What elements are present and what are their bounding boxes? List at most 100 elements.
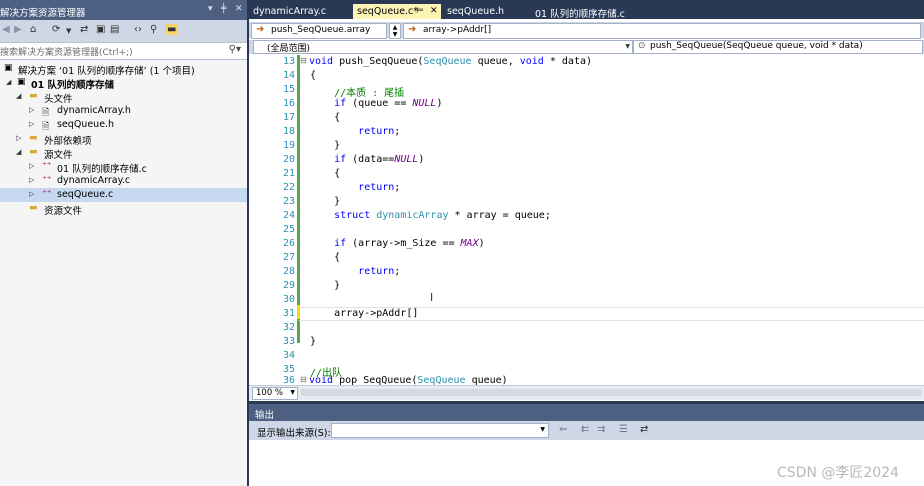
tree-item-source-files[interactable]: ◢ ▬ 源文件 [0, 146, 247, 161]
code-line: return; [358, 266, 401, 277]
expand-arrow-icon[interactable]: ▷ [29, 190, 34, 198]
code-line: } [310, 140, 341, 151]
horizontal-scrollbar[interactable] [301, 389, 921, 396]
search-input[interactable]: 搜索解决方案资源管理器(Ctrl+;) [0, 45, 133, 58]
close-icon[interactable]: ✕ [235, 4, 243, 14]
properties-icon[interactable]: ⚲ [150, 24, 157, 35]
close-icon[interactable]: ✕ [430, 6, 438, 16]
member-combo[interactable]: ➜ array->pAddr[] [403, 23, 921, 39]
expand-arrow-icon[interactable]: ◢ [16, 148, 21, 156]
tree-item-dynamicarray-c[interactable]: ▷ ⁺⁺ dynamicArray.c [0, 174, 247, 188]
folder-icon: ▬ [29, 133, 38, 143]
tree-item-project[interactable]: ◢ ▣ 01 队列的顺序存储 [0, 76, 247, 91]
global-scope-combo[interactable]: (全局范围) ▼ [253, 40, 633, 54]
fold-icon[interactable]: ⊟ [300, 56, 307, 65]
tab-seqqueue-h[interactable]: seqQueue.h [443, 4, 527, 19]
mouse-cursor-icon: I [430, 291, 434, 304]
line-number: 21 [282, 168, 295, 179]
tree-item-external-deps[interactable]: ▷ ▬ 外部依赖项 [0, 132, 247, 147]
line-number: 35 [282, 364, 295, 375]
dropdown-icon[interactable]: ▾ [208, 4, 213, 14]
tree-item-label: 源文件 [44, 150, 73, 161]
tree-item-seqqueue-c[interactable]: ▷ ⁺⁺ seqQueue.c [0, 188, 247, 202]
output-title: 输出 [255, 410, 275, 421]
scope-combo-value: push_SeqQueue.array [271, 25, 371, 35]
line-number: 26 [282, 238, 295, 249]
tree-item-label: seqQueue.c [57, 189, 114, 200]
expand-arrow-icon[interactable]: ◢ [16, 92, 21, 100]
expand-arrow-icon[interactable]: ▷ [16, 134, 21, 142]
clear-all-icon[interactable]: ☰ [619, 424, 628, 435]
tree-item-header-files[interactable]: ◢ ▬ 头文件 [0, 90, 247, 105]
tree-item-label: 01 队列的顺序存储.c [57, 164, 147, 175]
code-area[interactable]: ⊟ ⊟ 13 void push_SeqQueue(SeqQueue queue… [249, 55, 924, 385]
pin-icon[interactable]: ⊨ [416, 6, 424, 16]
tree-item-dynamicarray-h[interactable]: ▷ 🗎 dynamicArray.h [0, 104, 247, 118]
code-view-icon[interactable]: ‹› [134, 24, 142, 35]
home-icon[interactable]: ⌂ [30, 24, 36, 35]
code-line: return; [358, 182, 401, 193]
goto-next-icon[interactable]: ⇇ [581, 424, 589, 435]
chevron-down-icon[interactable]: ▼ [66, 27, 71, 35]
show-all-icon[interactable]: ▤ [110, 24, 119, 35]
code-line: } [310, 280, 341, 291]
editor-status-bar: 100 % ▼ [249, 385, 924, 400]
collapse-icon[interactable]: ▣ [96, 24, 105, 35]
search-icon[interactable]: ⚲▾ [229, 44, 241, 55]
solution-explorer: 解决方案资源管理器 ▾ ╪ ✕ ◀ ▶ ⌂ ⟳ ▼ ⇄ ▣ ▤ ‹› ⚲ ▬ 搜… [0, 0, 247, 486]
tree-item-label: 解决方案 ‘01 队列的顺序存储’ (1 个项目) [18, 66, 195, 77]
preview-icon[interactable]: ▬ [165, 24, 179, 35]
solution-explorer-title-bar: 解决方案资源管理器 ▾ ╪ ✕ [0, 0, 247, 20]
tab-main-c[interactable]: 01 队列的顺序存储.c [531, 4, 649, 20]
line-number: 34 [282, 350, 295, 361]
tree-item-seqqueue-h[interactable]: ▷ 🗎 seqQueue.h [0, 118, 247, 132]
tree-item-main-c[interactable]: ▷ ⁺⁺ 01 队列的顺序存储.c [0, 160, 247, 175]
line-number: 20 [282, 154, 295, 165]
folder-icon: ▬ [29, 147, 38, 157]
tree-item-label: 头文件 [44, 94, 73, 105]
arrow-right-icon: ➜ [256, 24, 265, 35]
code-line: void pop_SeqQueue(SeqQueue queue) [309, 375, 508, 385]
line-number: 18 [282, 126, 295, 137]
forward-icon[interactable]: ▶ [14, 24, 22, 35]
goto-prev-icon[interactable]: ⇐ [559, 424, 567, 435]
code-line: if (queue == NULL) [334, 98, 443, 109]
code-line: //本质 : 尾插 [310, 88, 405, 99]
sync-icon[interactable]: ⟳ [52, 24, 60, 35]
code-line: { [310, 168, 341, 179]
tree-item-solution[interactable]: ▣ 解决方案 ‘01 队列的顺序存储’ (1 个项目) [0, 62, 247, 77]
tab-seqqueue-c[interactable]: seqQueue.c* ⊨ ✕ [353, 4, 441, 19]
chevron-down-icon[interactable]: ▼ [625, 43, 630, 50]
change-indicator-saved [297, 55, 300, 343]
expand-arrow-icon[interactable]: ▷ [29, 120, 34, 128]
word-wrap-icon[interactable]: ⇄ [640, 424, 648, 435]
refresh-icon[interactable]: ⇄ [80, 24, 88, 35]
line-number: 25 [282, 224, 295, 235]
tree-item-resource-files[interactable]: ▬ 资源文件 [0, 202, 247, 217]
solution-explorer-search[interactable]: 搜索解决方案资源管理器(Ctrl+;) ⚲▾ [0, 42, 247, 60]
tree-item-label: seqQueue.h [57, 119, 115, 130]
expand-arrow-icon[interactable]: ◢ [6, 78, 11, 86]
pin-icon[interactable]: ╪ [221, 4, 226, 14]
fold-icon[interactable]: ⊟ [300, 375, 307, 384]
tab-dynamicarray-c[interactable]: dynamicArray.c [249, 4, 349, 19]
line-number: 32 [282, 322, 295, 333]
expand-arrow-icon[interactable]: ▷ [29, 106, 34, 114]
code-line: { [310, 70, 317, 81]
expand-arrow-icon[interactable]: ▷ [29, 162, 34, 170]
zoom-combo[interactable]: 100 % ▼ [252, 387, 298, 400]
tab-label: seqQueue.c* [357, 6, 419, 17]
chevron-down-icon[interactable]: ▼ [540, 426, 545, 433]
function-combo[interactable]: ⊙ push_SeqQueue(SeqQueue queue, void * d… [633, 40, 923, 54]
function-combo-value: push_SeqQueue(SeqQueue queue, void * dat… [650, 41, 863, 51]
expand-arrow-icon[interactable]: ▷ [29, 176, 34, 184]
line-number: 36 [282, 375, 295, 385]
chevron-down-icon[interactable]: ▼ [290, 389, 295, 396]
output-source-select[interactable]: ▼ [331, 423, 549, 438]
code-line: if (array->m_Size == MAX) [334, 238, 485, 249]
back-icon[interactable]: ◀ [2, 24, 10, 35]
find-icon[interactable]: ⇉ [597, 424, 605, 435]
scope-combo[interactable]: ➜ push_SeqQueue.array [251, 23, 387, 39]
split-arrows-icon[interactable]: ▲ ▼ [389, 23, 401, 39]
scope-bar: (全局范围) ▼ ⊙ push_SeqQueue(SeqQueue queue,… [249, 40, 924, 54]
